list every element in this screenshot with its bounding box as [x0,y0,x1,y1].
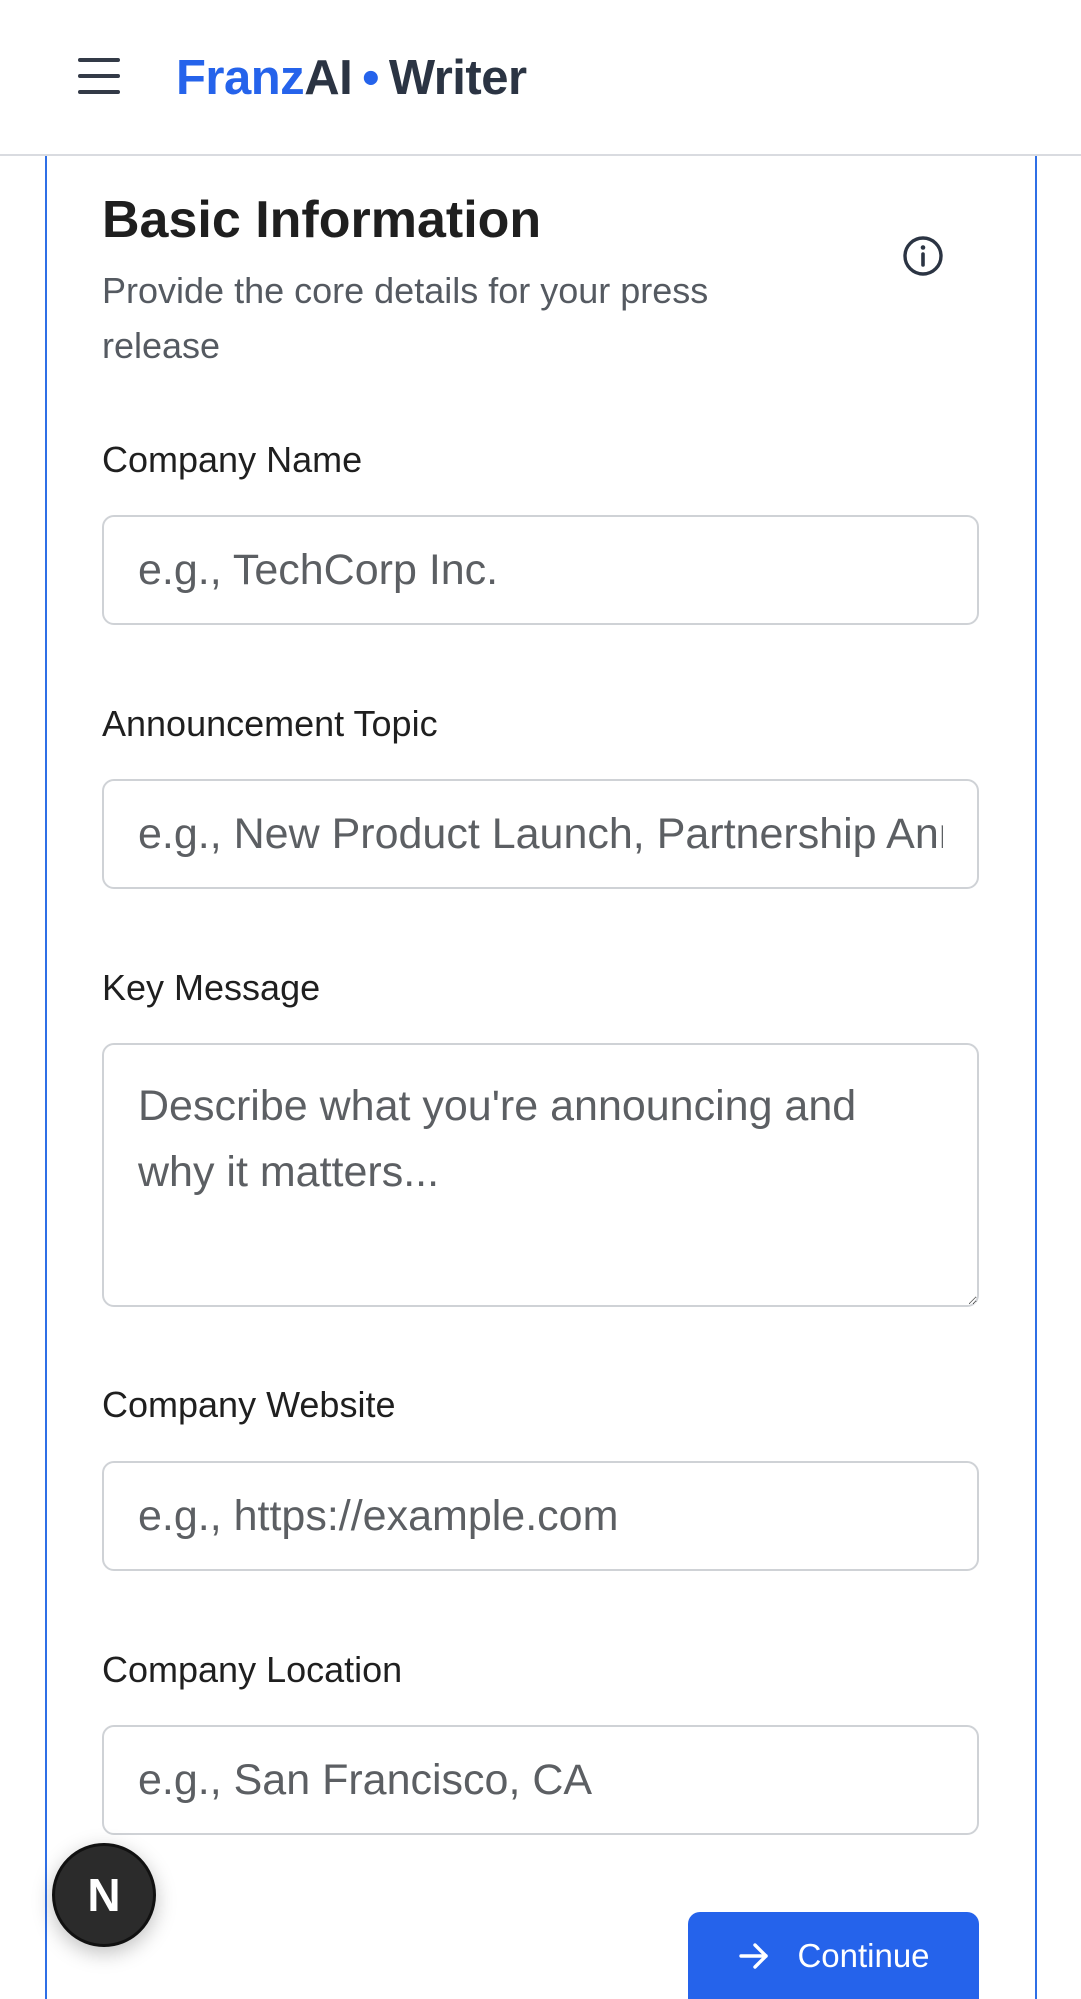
brand-franz: Franz [176,51,305,105]
company-location-input[interactable] [102,1725,979,1835]
company-location-label: Company Location [102,1649,403,1690]
key-message-label: Key Message [102,967,321,1008]
arrow-right-icon [739,1942,769,1969]
brand-logo[interactable]: FranzAI • Writer [176,48,527,108]
section-title: Basic Information [102,191,542,249]
key-message-textarea[interactable] [102,1043,979,1307]
company-website-input[interactable] [102,1461,979,1571]
company-website-label: Company Website [102,1384,396,1425]
hamburger-menu-icon[interactable] [78,58,120,94]
company-name-input[interactable] [102,515,979,625]
section-subtitle: Provide the core details for your press … [102,270,709,366]
info-icon[interactable] [901,234,945,278]
continue-label: Continue [797,1936,930,1974]
announcement-topic-label: Announcement Topic [102,703,438,744]
dev-tools-badge[interactable]: N [52,1843,156,1947]
brand-ai: AI [304,51,353,105]
continue-button[interactable]: Continue [688,1912,979,1999]
announcement-topic-input[interactable] [102,779,979,889]
badge-letter: N [87,1869,121,1921]
brand-separator: • [362,51,379,105]
company-name-label: Company Name [102,439,363,480]
brand-writer: Writer [388,51,527,105]
app-header: FranzAI • Writer [0,0,1081,156]
